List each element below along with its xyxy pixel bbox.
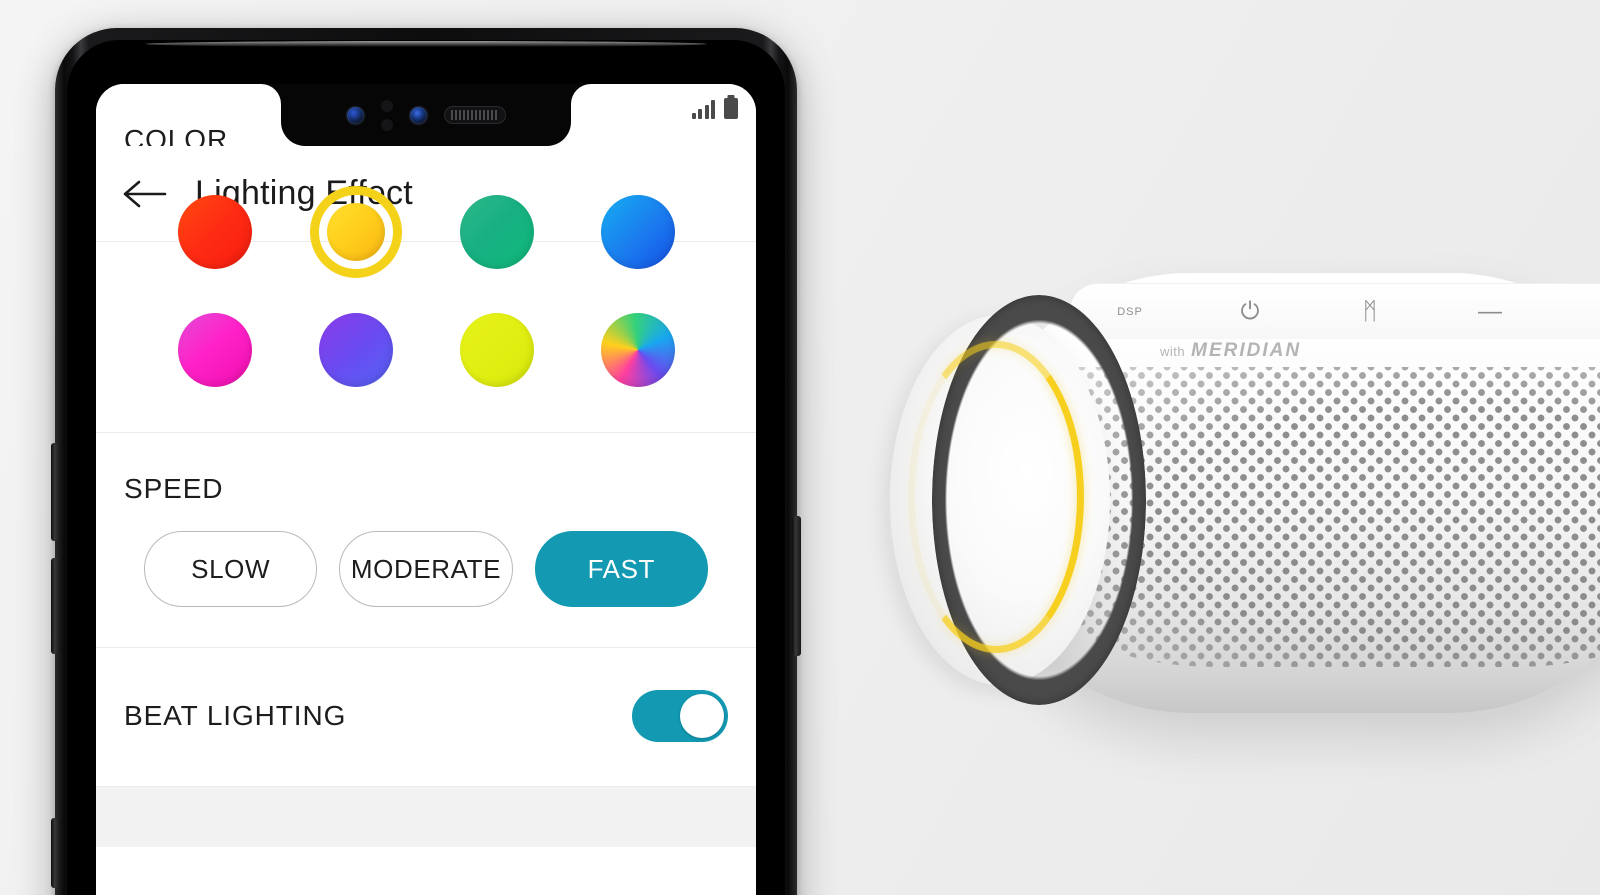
color-swatch-blue[interactable]: [590, 184, 686, 280]
back-arrow-icon[interactable]: [123, 178, 169, 210]
sensor-icon: [380, 99, 393, 112]
beat-lighting-row[interactable]: BEAT LIGHTING: [96, 648, 756, 786]
color-swatch-lime[interactable]: [449, 302, 545, 398]
brand-prefix: with: [1160, 344, 1186, 359]
bluetooth-icon[interactable]: ᛗ: [1310, 284, 1430, 339]
speed-option-group: SLOW MODERATE FAST: [124, 505, 728, 647]
speed-section-title: SPEED: [124, 473, 224, 504]
color-swatch-dot: [177, 313, 252, 387]
beat-lighting-toggle[interactable]: [632, 690, 728, 742]
power-icon[interactable]: ⏻: [1190, 284, 1310, 339]
speaker-led-ring: [908, 341, 1084, 653]
volume-down-icon[interactable]: —: [1430, 284, 1550, 339]
color-swatch-multicolor[interactable]: [590, 302, 686, 398]
display-notch: [281, 84, 571, 146]
front-camera-secondary-icon: [409, 106, 427, 124]
toggle-knob: [680, 694, 724, 738]
color-swatch-selected-ring: [309, 186, 402, 278]
sensor-icon: [380, 118, 393, 131]
status-bar: [691, 98, 738, 119]
color-swatch-dot: [600, 195, 675, 269]
color-swatch-dot: [459, 195, 534, 269]
earpiece-speaker-icon: [443, 106, 506, 124]
volume-up-button[interactable]: [51, 443, 60, 541]
beat-lighting-label: BEAT LIGHTING: [124, 700, 347, 731]
volume-down-button[interactable]: [51, 558, 60, 654]
phone-screen: Lighting Effect COLOR SPEED SLOW MODERATE…: [96, 84, 756, 895]
speaker-control-panel: DSP⏻ᛗ—＋: [1070, 283, 1600, 339]
bluetooth-speaker: DSP⏻ᛗ—＋ with MERIDIAN: [880, 255, 1600, 755]
speed-option-fast[interactable]: FAST: [534, 531, 708, 607]
screenshot-stage: Lighting Effect COLOR SPEED SLOW MODERATE…: [0, 0, 1600, 895]
assistant-button[interactable]: [51, 818, 60, 888]
color-swatch-dot: [177, 195, 252, 269]
color-swatch-yellow[interactable]: [308, 184, 404, 280]
volume-up-icon[interactable]: ＋: [1550, 284, 1600, 339]
color-swatch-violet[interactable]: [308, 302, 404, 398]
speed-section: SPEED SLOW MODERATE FAST: [96, 433, 756, 647]
signal-bars-icon: [691, 100, 715, 119]
speed-option-moderate[interactable]: MODERATE: [339, 531, 513, 607]
smartphone: Lighting Effect COLOR SPEED SLOW MODERATE…: [51, 28, 801, 895]
battery-icon: [724, 98, 738, 119]
brand-name: MERIDIAN: [1191, 340, 1302, 361]
power-button[interactable]: [792, 516, 801, 656]
color-swatch-dot: [318, 313, 393, 387]
front-camera-icon: [346, 106, 364, 124]
color-swatch-green[interactable]: [449, 184, 545, 280]
speaker-brand: with MERIDIAN: [1160, 340, 1301, 362]
color-swatch-dot: [459, 313, 534, 387]
speed-option-slow[interactable]: SLOW: [144, 531, 318, 607]
color-swatch-red[interactable]: [167, 184, 263, 280]
color-swatch-dot: [600, 313, 675, 387]
proximity-sensors: [380, 99, 393, 131]
bottom-section-spacer: [96, 787, 756, 847]
color-swatch-magenta[interactable]: [167, 302, 263, 398]
